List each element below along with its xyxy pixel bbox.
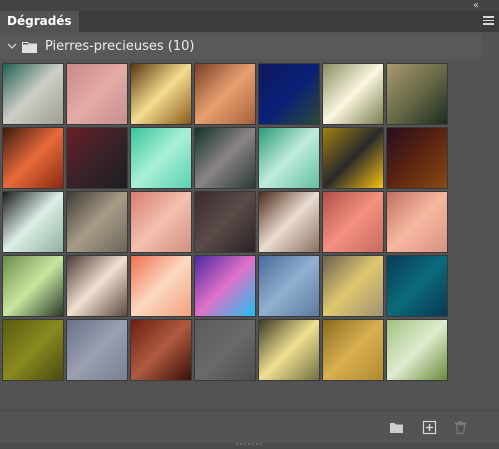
trash-icon[interactable] <box>453 420 468 435</box>
gradient-swatch[interactable] <box>386 191 448 253</box>
panel-footer <box>0 410 499 444</box>
gradient-swatch[interactable] <box>258 191 320 253</box>
gradient-swatch[interactable] <box>386 127 448 189</box>
gradient-group-header[interactable]: Pierres-precieuses (10) <box>0 35 482 59</box>
gradient-swatch[interactable] <box>2 191 64 253</box>
gradient-swatch[interactable] <box>66 127 128 189</box>
gradient-swatch[interactable] <box>258 255 320 317</box>
collapse-panel-icon[interactable]: « <box>473 0 479 11</box>
gradient-swatch-grid <box>2 63 452 383</box>
gradient-swatch[interactable] <box>194 255 256 317</box>
tab-gradients[interactable]: Dégradés <box>0 11 79 32</box>
gradient-swatch[interactable] <box>386 63 448 125</box>
gradient-swatch[interactable] <box>258 63 320 125</box>
gradients-panel: « Dégradés Pierres-precieuses (10) <box>0 0 499 449</box>
gradient-swatch[interactable] <box>258 127 320 189</box>
gradient-swatch[interactable] <box>194 63 256 125</box>
gradient-swatch[interactable] <box>322 127 384 189</box>
folder-icon[interactable] <box>389 420 404 435</box>
panel-top-strip: « <box>0 0 499 11</box>
gradient-swatch[interactable] <box>194 191 256 253</box>
gradient-swatch[interactable] <box>66 63 128 125</box>
panel-tab-bar: Dégradés <box>0 11 499 32</box>
gradient-swatch[interactable] <box>322 63 384 125</box>
gradient-swatch[interactable] <box>66 255 128 317</box>
gradient-swatch[interactable] <box>130 319 192 381</box>
gradient-swatch[interactable] <box>130 191 192 253</box>
folder-icon <box>22 42 37 53</box>
gradient-swatch[interactable] <box>194 127 256 189</box>
chevron-down-icon[interactable] <box>7 41 17 51</box>
gradient-swatch[interactable] <box>130 63 192 125</box>
gradient-swatch[interactable] <box>194 319 256 381</box>
hamburger-icon[interactable] <box>483 16 494 26</box>
gradient-swatch[interactable] <box>386 255 448 317</box>
gradient-swatch[interactable] <box>2 255 64 317</box>
gradient-swatch[interactable] <box>386 319 448 381</box>
gradient-swatch[interactable] <box>2 127 64 189</box>
group-label: Pierres-precieuses (10) <box>45 39 195 54</box>
gradient-swatch[interactable] <box>130 255 192 317</box>
gradient-swatch[interactable] <box>130 127 192 189</box>
gradient-swatch[interactable] <box>322 191 384 253</box>
gradient-swatch[interactable] <box>322 319 384 381</box>
gradient-swatch[interactable] <box>258 319 320 381</box>
plus-square-icon[interactable] <box>422 420 437 435</box>
scrollbar-track[interactable] <box>482 63 492 408</box>
resize-grip[interactable] <box>236 443 262 447</box>
gradient-swatch[interactable] <box>322 255 384 317</box>
gradient-swatch[interactable] <box>66 191 128 253</box>
gradient-swatch[interactable] <box>66 319 128 381</box>
gradient-swatch[interactable] <box>2 63 64 125</box>
gradient-swatch[interactable] <box>2 319 64 381</box>
